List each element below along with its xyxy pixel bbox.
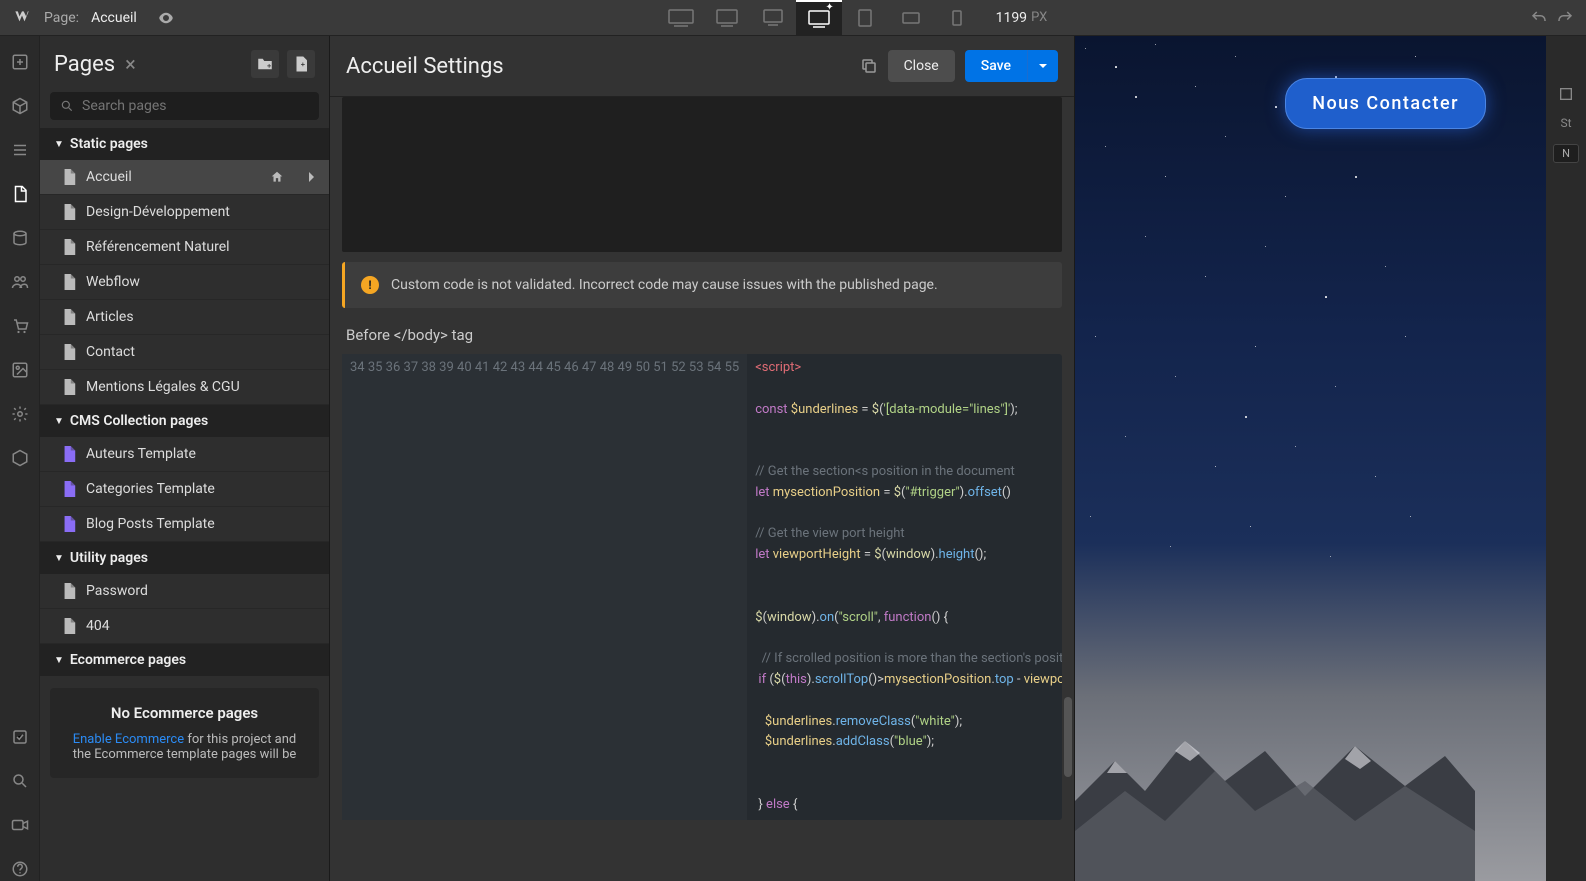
bp-desktop-xl-icon[interactable] — [658, 0, 704, 36]
page-item[interactable]: Référencement Naturel — [40, 230, 329, 265]
users-icon[interactable] — [8, 270, 32, 294]
pages-icon[interactable] — [8, 182, 32, 206]
topbar-left: Page: Accueil — [12, 8, 175, 28]
save-button[interactable]: Save — [965, 50, 1027, 82]
style-panel-icon[interactable] — [1558, 86, 1574, 102]
section-header[interactable]: ▼Static pages — [40, 128, 329, 160]
head-code-area[interactable] — [342, 97, 1062, 252]
page-item[interactable]: Contact — [40, 335, 329, 370]
canvas-preview[interactable]: Nous Contacter — [1075, 36, 1546, 881]
chevron-right-icon — [307, 171, 315, 183]
left-rail — [0, 36, 40, 881]
page-item[interactable]: Categories Template — [40, 472, 329, 507]
warning-text: Custom code is not validated. Incorrect … — [391, 277, 938, 293]
section-header[interactable]: ▼Ecommerce pages — [40, 644, 329, 676]
code-warning: ! Custom code is not validated. Incorrec… — [342, 262, 1062, 308]
settings-icon[interactable] — [8, 402, 32, 426]
page-item[interactable]: Webflow — [40, 265, 329, 300]
bp-phone-landscape-icon[interactable] — [888, 0, 934, 36]
page-item[interactable]: Accueil — [40, 160, 329, 195]
before-body-label: Before </body> tag — [346, 326, 1058, 344]
search-pages-input[interactable] — [50, 92, 319, 120]
canvas-width-value[interactable]: 1199 — [996, 10, 1027, 26]
settings-panel: Accueil Settings Close Save ! Custom cod… — [330, 36, 1075, 881]
warning-icon: ! — [361, 276, 379, 294]
page-label: Page: — [44, 10, 79, 26]
page-item[interactable]: Auteurs Template — [40, 437, 329, 472]
navigator-icon[interactable] — [8, 138, 32, 162]
page-item[interactable]: Articles — [40, 300, 329, 335]
add-element-icon[interactable] — [8, 50, 32, 74]
webflow-logo-icon[interactable] — [12, 8, 32, 28]
settings-title: Accueil Settings — [346, 54, 504, 79]
assets-icon[interactable] — [8, 358, 32, 382]
home-icon — [270, 170, 284, 184]
close-pages-icon[interactable]: × — [125, 52, 136, 76]
pages-list: ▼Static pagesAccueil Design-Développemen… — [40, 128, 329, 790]
top-bar: Page: Accueil ✦ 1199 PX — [0, 0, 1586, 36]
page-name[interactable]: Accueil — [91, 10, 137, 26]
bp-phone-icon[interactable] — [934, 0, 980, 36]
mountains-graphic — [1075, 711, 1475, 881]
new-folder-button[interactable] — [251, 50, 279, 78]
bp-tablet-landscape-icon[interactable]: ✦ — [796, 0, 842, 36]
section-header[interactable]: ▼Utility pages — [40, 542, 329, 574]
ecommerce-empty-state: No Ecommerce pagesEnable Ecommerce for t… — [50, 688, 319, 778]
topbar-right — [1530, 9, 1574, 27]
breakpoint-switcher: ✦ 1199 PX — [175, 0, 1530, 36]
duplicate-icon[interactable] — [860, 57, 878, 75]
audit-icon[interactable] — [8, 725, 32, 749]
video-icon[interactable] — [8, 813, 32, 837]
box-icon[interactable] — [8, 94, 32, 118]
selector-input[interactable] — [1553, 144, 1579, 163]
bp-desktop-icon[interactable] — [750, 0, 796, 36]
page-item[interactable]: Blog Posts Template — [40, 507, 329, 542]
cms-icon[interactable] — [8, 226, 32, 250]
search-field[interactable] — [82, 98, 309, 114]
body-code-editor[interactable]: 34 35 36 37 38 39 40 41 42 43 44 45 46 4… — [342, 354, 1062, 820]
search-icon[interactable] — [8, 769, 32, 793]
bp-desktop-l-icon[interactable] — [704, 0, 750, 36]
code-gutter: 34 35 36 37 38 39 40 41 42 43 44 45 46 4… — [342, 354, 747, 820]
help-icon[interactable] — [8, 857, 32, 881]
undo-icon[interactable] — [1530, 9, 1548, 27]
section-header[interactable]: ▼CMS Collection pages — [40, 405, 329, 437]
ecommerce-icon[interactable] — [8, 314, 32, 338]
components-icon[interactable] — [8, 446, 32, 470]
redo-icon[interactable] — [1556, 9, 1574, 27]
pages-panel: Pages × ▼Static pagesAccueil Design-Déve… — [40, 36, 330, 881]
page-item[interactable]: 404 — [40, 609, 329, 644]
page-item[interactable]: Design-Développement — [40, 195, 329, 230]
preview-icon[interactable] — [157, 9, 175, 27]
scrollbar-thumb[interactable] — [1064, 697, 1072, 777]
canvas-width-unit: PX — [1031, 10, 1047, 25]
save-dropdown-button[interactable] — [1027, 50, 1058, 82]
bp-tablet-icon[interactable] — [842, 0, 888, 36]
right-rail: St — [1546, 36, 1586, 881]
close-button[interactable]: Close — [888, 50, 955, 82]
enable-ecommerce-link[interactable]: Enable Ecommerce — [73, 732, 184, 747]
pages-title: Pages — [54, 52, 115, 77]
new-page-button[interactable] — [287, 50, 315, 78]
contact-cta-button[interactable]: Nous Contacter — [1285, 78, 1486, 129]
page-item[interactable]: Password — [40, 574, 329, 609]
selector-label: St — [1560, 116, 1571, 130]
code-lines[interactable]: <script> const $underlines = $('[data-mo… — [747, 354, 1062, 820]
page-item[interactable]: Mentions Légales & CGU — [40, 370, 329, 405]
